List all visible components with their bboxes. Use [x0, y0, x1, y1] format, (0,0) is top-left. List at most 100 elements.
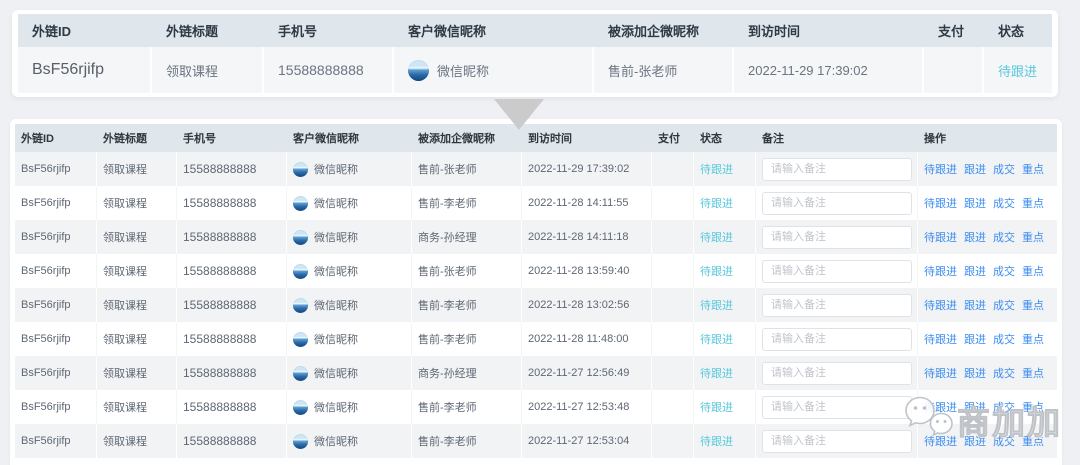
- visit-summary-card: 外链ID外链标题手机号客户微信昵称被添加企微昵称到访时间支付状态 BsF56rj…: [12, 10, 1058, 97]
- table-row: BsF56rjifp 领取课程 15588888888 微信昵称 售前-李老师 …: [15, 322, 1057, 356]
- cell-link-title: 领取课程: [152, 47, 264, 93]
- remark-input[interactable]: [762, 396, 912, 419]
- action-deal[interactable]: 成交: [993, 195, 1015, 211]
- action-follow[interactable]: 跟进: [964, 331, 986, 347]
- cell-phone: 15588888888: [177, 186, 287, 220]
- action-await-follow[interactable]: 待跟进: [924, 263, 957, 279]
- action-await-follow[interactable]: 待跟进: [924, 297, 957, 313]
- action-deal[interactable]: 成交: [993, 263, 1015, 279]
- action-await-follow[interactable]: 待跟进: [924, 331, 957, 347]
- wechat-avatar-icon: [293, 434, 308, 449]
- action-follow[interactable]: 跟进: [964, 195, 986, 211]
- summary-column-header: 到访时间: [734, 14, 924, 47]
- action-follow[interactable]: 跟进: [964, 263, 986, 279]
- remark-input[interactable]: [762, 158, 912, 181]
- cell-visit-time: 2022-11-27 12:53:48: [522, 390, 652, 424]
- action-follow[interactable]: 跟进: [964, 365, 986, 381]
- cell-link-title: 领取课程: [97, 390, 177, 424]
- cell-remark: [756, 322, 918, 356]
- cell-pay: [924, 47, 984, 93]
- cell-link-id: BsF56rjifp: [18, 47, 152, 93]
- cell-staff-nickname: 商务-孙经理: [412, 356, 522, 390]
- action-key[interactable]: 重点: [1022, 263, 1044, 279]
- action-key[interactable]: 重点: [1022, 195, 1044, 211]
- action-key[interactable]: 重点: [1022, 297, 1044, 313]
- cell-visit-time: 2022-11-28 14:11:55: [522, 186, 652, 220]
- cell-remark: [756, 186, 918, 220]
- action-deal[interactable]: 成交: [993, 331, 1015, 347]
- cell-staff-nickname: 售前-李老师: [412, 322, 522, 356]
- action-await-follow[interactable]: 待跟进: [924, 433, 957, 449]
- wechat-avatar-icon: [293, 162, 308, 177]
- cell-visit-time: 2022-11-27 12:53:04: [522, 424, 652, 458]
- action-await-follow[interactable]: 待跟进: [924, 161, 957, 177]
- records-column-header: 备注: [756, 124, 918, 152]
- action-deal[interactable]: 成交: [993, 365, 1015, 381]
- row-actions: 待跟进跟进成交重点: [918, 186, 1057, 220]
- action-await-follow[interactable]: 待跟进: [924, 229, 957, 245]
- cell-link-id: BsF56rjifp: [15, 220, 97, 254]
- remark-input[interactable]: [762, 430, 912, 453]
- table-row: BsF56rjifp 领取课程 15588888888 微信昵称 售前-张老师 …: [15, 152, 1057, 186]
- cell-remark: [756, 390, 918, 424]
- cell-remark: [756, 356, 918, 390]
- remark-input[interactable]: [762, 192, 912, 215]
- cell-phone: 15588888888: [177, 220, 287, 254]
- table-row: BsF56rjifp 领取课程 15588888888 微信昵称 售前-李老师 …: [15, 390, 1057, 424]
- action-follow[interactable]: 跟进: [964, 433, 986, 449]
- remark-input[interactable]: [762, 260, 912, 283]
- action-key[interactable]: 重点: [1022, 399, 1044, 415]
- visit-records-card: 外链ID外链标题手机号客户微信昵称被添加企微昵称到访时间支付状态备注操作 BsF…: [10, 119, 1062, 465]
- action-follow[interactable]: 跟进: [964, 161, 986, 177]
- row-actions: 待跟进跟进成交重点: [918, 322, 1057, 356]
- cell-staff-nickname: 售前-李老师: [412, 288, 522, 322]
- action-key[interactable]: 重点: [1022, 365, 1044, 381]
- remark-input[interactable]: [762, 226, 912, 249]
- records-column-header: 外链ID: [15, 124, 97, 152]
- records-rows: BsF56rjifp 领取课程 15588888888 微信昵称 售前-张老师 …: [15, 152, 1057, 458]
- action-follow[interactable]: 跟进: [964, 297, 986, 313]
- action-await-follow[interactable]: 待跟进: [924, 365, 957, 381]
- wechat-avatar-icon: [293, 264, 308, 279]
- cell-wechat-nickname: 微信昵称: [287, 356, 412, 390]
- cell-pay: [652, 254, 694, 288]
- action-deal[interactable]: 成交: [993, 161, 1015, 177]
- cell-phone: 15588888888: [177, 390, 287, 424]
- action-deal[interactable]: 成交: [993, 399, 1015, 415]
- action-deal[interactable]: 成交: [993, 433, 1015, 449]
- summary-column-header: 外链标题: [152, 14, 264, 47]
- status-badge: 待跟进: [694, 220, 756, 254]
- cell-wechat-nickname: 微信昵称: [287, 424, 412, 458]
- cell-pay: [652, 220, 694, 254]
- summary-column-header: 手机号: [264, 14, 394, 47]
- action-follow[interactable]: 跟进: [964, 399, 986, 415]
- remark-input[interactable]: [762, 328, 912, 351]
- action-follow[interactable]: 跟进: [964, 229, 986, 245]
- action-key[interactable]: 重点: [1022, 433, 1044, 449]
- cell-wechat-nickname: 微信昵称: [287, 254, 412, 288]
- cell-wechat-nickname: 微信昵称: [287, 390, 412, 424]
- cell-phone: 15588888888: [177, 322, 287, 356]
- summary-column-header: 外链ID: [18, 14, 152, 47]
- cell-phone: 15588888888: [264, 47, 394, 93]
- wechat-nickname-text: 微信昵称: [437, 61, 489, 80]
- cell-visit-time: 2022-11-28 13:59:40: [522, 254, 652, 288]
- action-deal[interactable]: 成交: [993, 297, 1015, 313]
- action-await-follow[interactable]: 待跟进: [924, 399, 957, 415]
- remark-input[interactable]: [762, 362, 912, 385]
- row-actions: 待跟进跟进成交重点: [918, 424, 1057, 458]
- wechat-avatar-icon: [293, 196, 308, 211]
- wechat-nickname-text: 微信昵称: [314, 365, 358, 381]
- table-row: BsF56rjifp 领取课程 15588888888 微信昵称 售前-李老师 …: [15, 186, 1057, 220]
- action-key[interactable]: 重点: [1022, 229, 1044, 245]
- action-deal[interactable]: 成交: [993, 229, 1015, 245]
- action-await-follow[interactable]: 待跟进: [924, 195, 957, 211]
- cell-link-title: 领取课程: [97, 424, 177, 458]
- cell-phone: 15588888888: [177, 356, 287, 390]
- cell-pay: [652, 152, 694, 186]
- remark-input[interactable]: [762, 294, 912, 317]
- cell-visit-time: 2022-11-29 17:39:02: [734, 47, 924, 93]
- action-key[interactable]: 重点: [1022, 161, 1044, 177]
- cell-wechat-nickname: 微信昵称: [287, 152, 412, 186]
- action-key[interactable]: 重点: [1022, 331, 1044, 347]
